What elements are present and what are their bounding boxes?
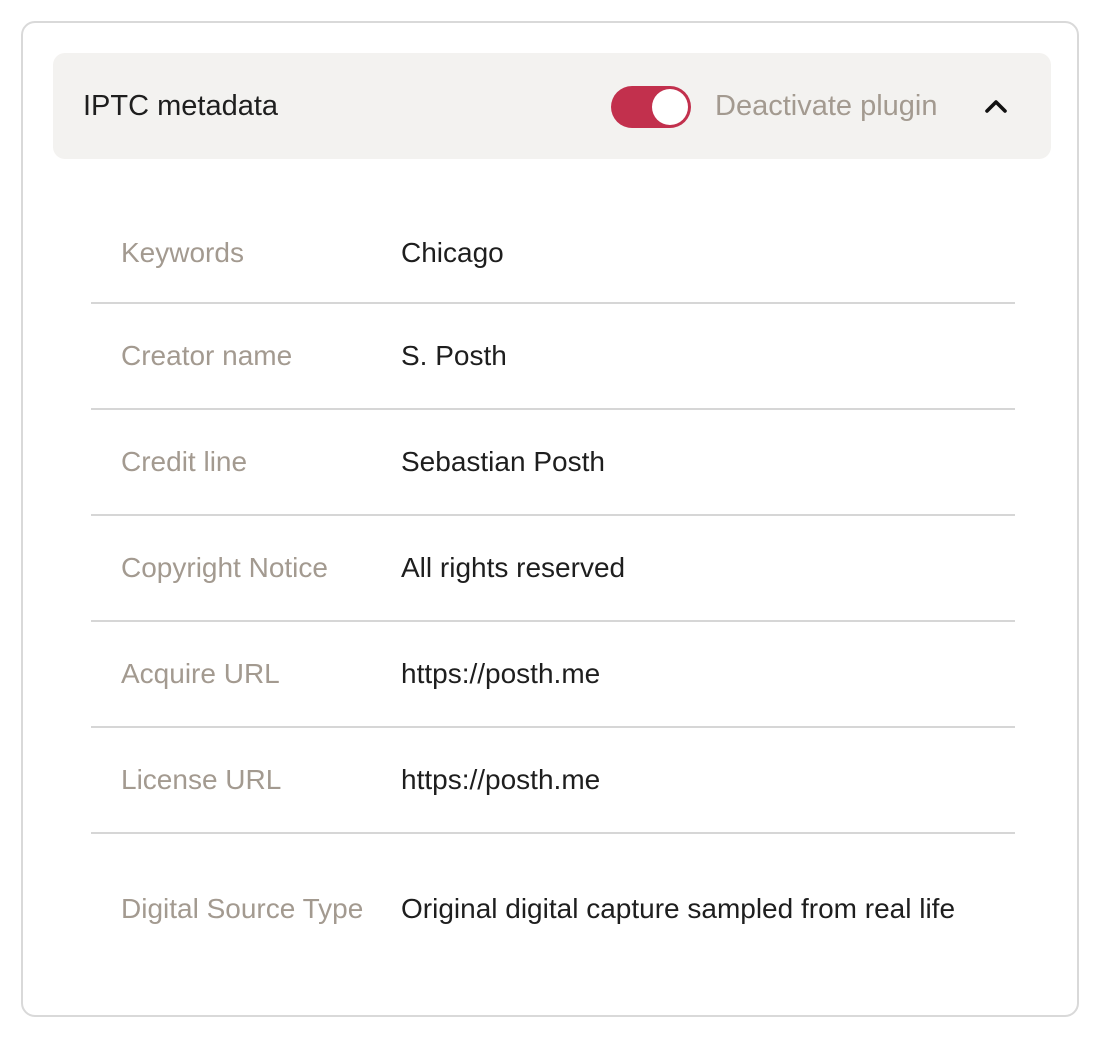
row-label: Acquire URL xyxy=(121,658,280,689)
table-row: Copyright Notice All rights reserved xyxy=(91,516,1015,622)
iptc-metadata-panel: IPTC metadata Deactivate plugin Keywords… xyxy=(21,21,1079,1017)
table-row: Creator name S. Posth xyxy=(91,304,1015,410)
row-value: Sebastian Posth xyxy=(401,446,605,477)
table-row: Acquire URL https://posth.me xyxy=(91,622,1015,728)
row-value: https://posth.me xyxy=(401,658,601,689)
row-label: Creator name xyxy=(121,340,293,371)
row-label: Digital Source Type xyxy=(121,893,364,924)
table-row: Keywords Chicago xyxy=(91,203,1015,304)
row-value: All rights reserved xyxy=(401,552,626,583)
row-label: Copyright Notice xyxy=(121,552,328,583)
row-label: Credit line xyxy=(121,446,248,477)
panel-header: IPTC metadata Deactivate plugin xyxy=(53,53,1051,159)
toggle-knob xyxy=(652,89,688,125)
row-value: S. Posth xyxy=(401,340,507,371)
row-value: https://posth.me xyxy=(401,764,601,795)
row-label: License URL xyxy=(121,764,282,795)
table-row: Digital Source Type Original digital cap… xyxy=(91,834,1015,984)
row-value: Original digital capture sampled from re… xyxy=(401,893,956,924)
chevron-up-icon[interactable] xyxy=(983,93,1009,119)
plugin-toggle[interactable] xyxy=(611,86,691,128)
panel-title: IPTC metadata xyxy=(83,90,279,122)
deactivate-plugin-label[interactable]: Deactivate plugin xyxy=(715,53,937,159)
metadata-table: Keywords Chicago Creator name S. Posth C… xyxy=(91,203,1015,984)
row-value: Chicago xyxy=(401,236,504,268)
table-row: Credit line Sebastian Posth xyxy=(91,410,1015,516)
table-row: License URL https://posth.me xyxy=(91,728,1015,834)
row-label: Keywords xyxy=(121,236,244,268)
